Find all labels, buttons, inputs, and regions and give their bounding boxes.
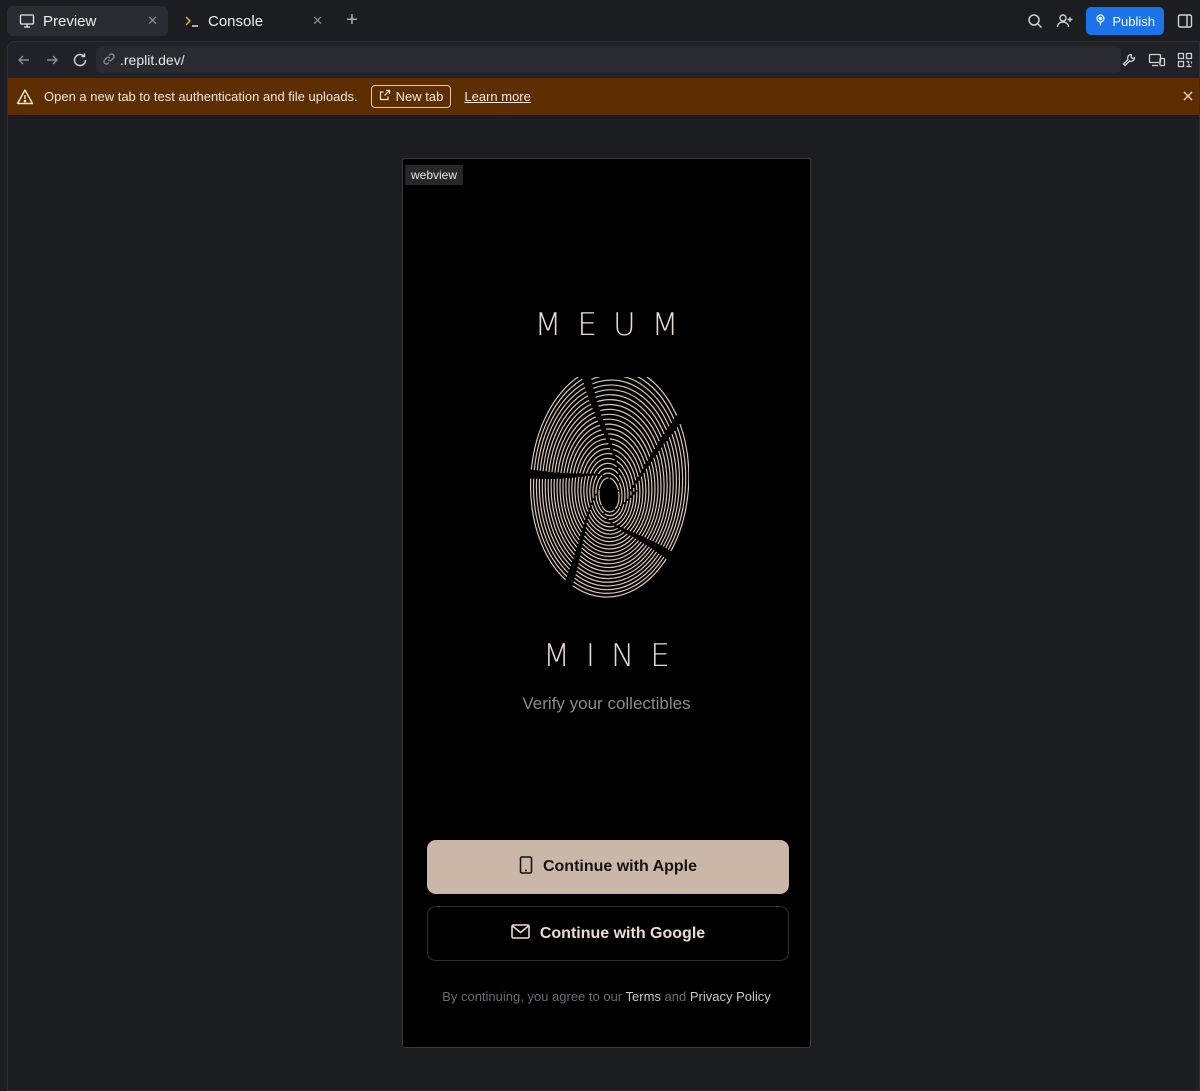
legal-text: By continuing, you agree to our Terms an… xyxy=(442,989,771,1004)
terms-link[interactable]: Terms xyxy=(626,989,661,1004)
app-webview: webview MEUM MINE Verify your collectibl… xyxy=(402,158,811,1048)
tagline: Verify your collectibles xyxy=(522,694,691,713)
mail-icon xyxy=(511,923,530,944)
learn-more-link[interactable]: Learn more xyxy=(464,89,530,104)
tab-preview[interactable]: Preview ✕ xyxy=(7,6,168,36)
url-tools xyxy=(1115,46,1199,74)
brand-title-top: MEUM xyxy=(534,307,695,343)
external-link-icon xyxy=(379,89,391,104)
close-icon[interactable]: ✕ xyxy=(312,13,323,29)
continue-with-apple-button[interactable]: Continue with Apple xyxy=(427,840,789,894)
brand-title-bottom: MINE xyxy=(543,638,686,674)
fingerprint-logo xyxy=(529,364,690,602)
qr-code-icon[interactable] xyxy=(1171,46,1199,74)
continue-with-google-button[interactable]: Continue with Google xyxy=(427,906,789,961)
monitor-icon xyxy=(19,13,35,29)
url-input[interactable]: .replit.dev/ xyxy=(96,47,1121,73)
warning-icon xyxy=(16,88,34,106)
tab-label: Console xyxy=(208,12,264,30)
phone-icon xyxy=(519,855,533,879)
banner-message: Open a new tab to test authentication an… xyxy=(44,89,358,104)
forward-arrow-icon[interactable] xyxy=(38,46,66,74)
privacy-policy-link[interactable]: Privacy Policy xyxy=(690,989,771,1004)
top-right-toolbar: Publish xyxy=(1020,0,1200,42)
close-icon[interactable] xyxy=(1179,87,1197,105)
url-text: .replit.dev/ xyxy=(120,52,185,68)
close-icon[interactable]: ✕ xyxy=(147,13,158,29)
wrench-icon[interactable] xyxy=(1115,46,1143,74)
tab-console[interactable]: Console ✕ xyxy=(172,6,333,36)
tab-bar: Preview ✕ Console ✕ + Publish xyxy=(0,0,1200,42)
add-user-icon[interactable] xyxy=(1050,6,1080,36)
add-tab-button[interactable]: + xyxy=(343,10,361,30)
address-bar: .replit.dev/ xyxy=(8,42,1199,78)
publish-button[interactable]: Publish xyxy=(1086,7,1164,35)
link-icon xyxy=(102,52,116,69)
warning-banner: Open a new tab to test authentication an… xyxy=(8,78,1199,115)
new-tab-button[interactable]: New tab xyxy=(370,85,452,108)
search-icon[interactable] xyxy=(1020,6,1050,36)
back-arrow-icon[interactable] xyxy=(10,46,38,74)
sidebar-toggle-icon[interactable] xyxy=(1170,6,1200,36)
publish-icon xyxy=(1095,13,1106,29)
tab-label: Preview xyxy=(43,12,97,30)
devices-icon[interactable] xyxy=(1143,46,1171,74)
webview-tag: webview xyxy=(405,165,464,185)
terminal-icon xyxy=(184,13,200,29)
reload-icon[interactable] xyxy=(66,46,94,74)
